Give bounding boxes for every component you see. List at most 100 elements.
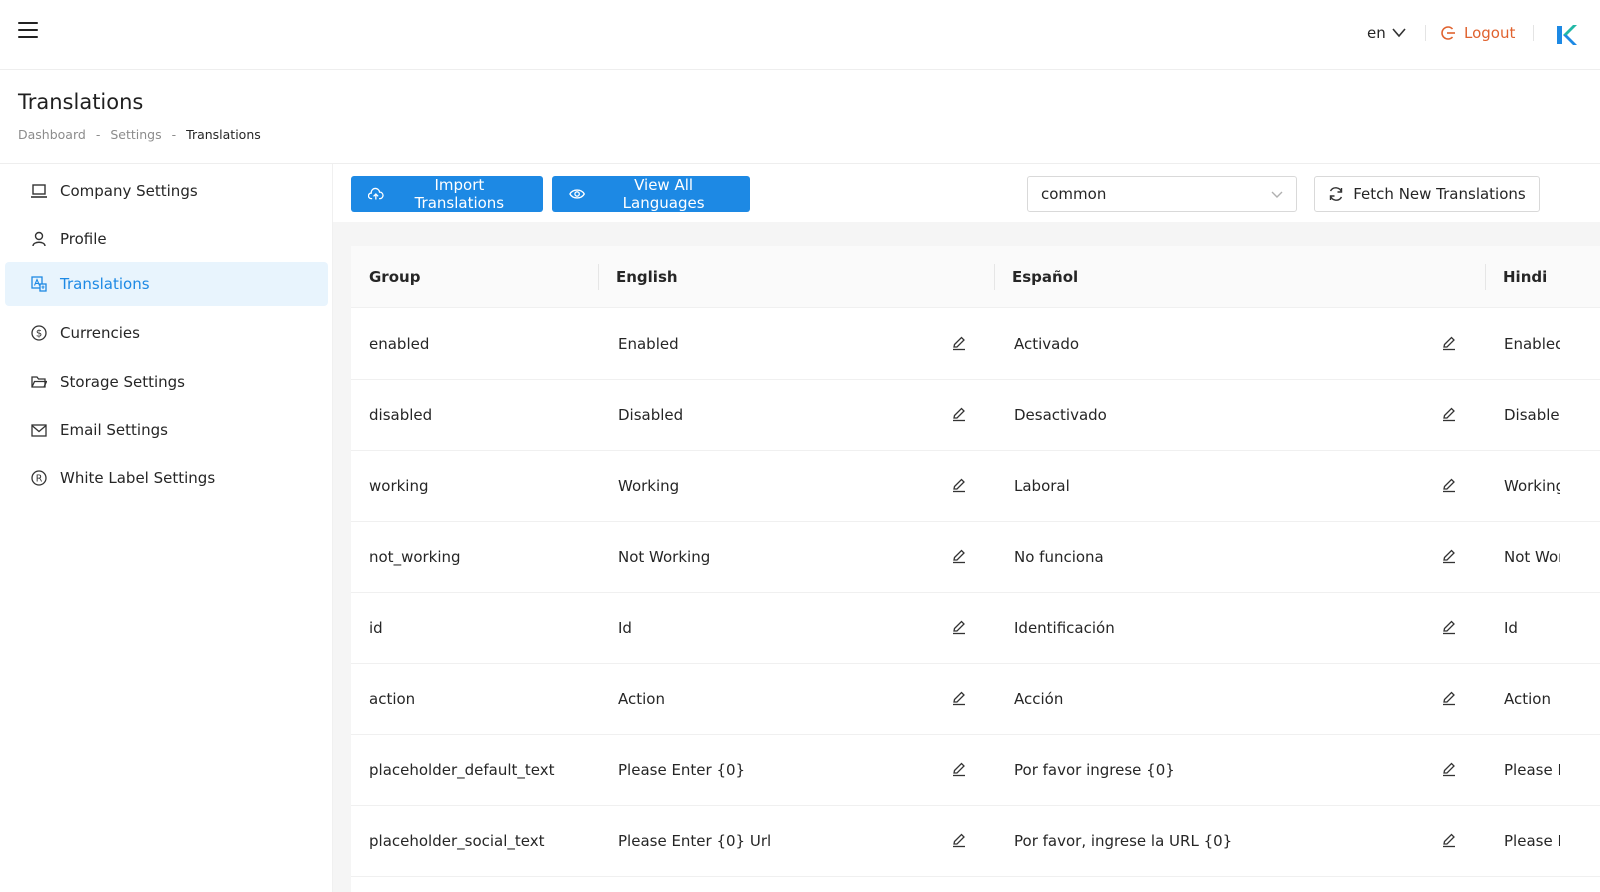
table-row: id Id Identificación Id [351, 592, 1600, 664]
sidebar-item-translations[interactable]: Translations [5, 262, 328, 306]
cell-espanol: Desactivado [1014, 406, 1107, 424]
breadcrumb-translations: Translations [186, 127, 261, 142]
edit-espanol-icon[interactable] [1441, 690, 1457, 706]
cell-espanol: Activado [1014, 335, 1080, 353]
import-translations-button[interactable]: Import Translations [351, 176, 543, 212]
import-translations-label: Import Translations [414, 176, 505, 212]
view-all-languages-button[interactable]: View All Languages [552, 176, 750, 212]
cell-english: Disabled [618, 406, 684, 424]
page-title: Translations [18, 90, 144, 114]
table-row: not_working Not Working No funciona Not Wor… [351, 521, 1600, 593]
sidebar-item-storage-settings[interactable]: Storage Settings [5, 360, 328, 404]
user-icon [30, 230, 48, 248]
sidebar-item-company-settings[interactable]: Company Settings [5, 169, 328, 213]
edit-english-icon[interactable] [951, 548, 967, 564]
edit-espanol-icon[interactable] [1441, 761, 1457, 777]
header-divider [1425, 25, 1426, 41]
table-row: enabled Enabled Activado Enabled [351, 308, 1600, 380]
settings-sidebar: Company Settings Profile Translations $ … [0, 164, 333, 892]
language-selector[interactable]: en [1367, 24, 1406, 42]
main-content: Import Translations View All Languages c… [333, 164, 1600, 892]
top-bar: en Logout [0, 0, 1600, 70]
sidebar-item-label: Translations [60, 275, 150, 293]
cell-english: Please Enter {0} Url [618, 832, 772, 850]
edit-english-icon[interactable] [951, 335, 967, 351]
table-row: placeholder_social_text Please Enter {0} … [351, 805, 1600, 877]
header-divider [1533, 25, 1534, 41]
language-label: en [1367, 24, 1386, 42]
sidebar-item-email-settings[interactable]: Email Settings [5, 408, 328, 452]
column-header-english: English [616, 268, 678, 286]
cell-hindi: Please Enter {0} Url [1504, 832, 1560, 850]
column-divider [994, 264, 995, 290]
cell-group: action [369, 690, 416, 708]
cell-english: Not Working [618, 548, 711, 566]
group-select[interactable]: common [1027, 176, 1297, 212]
toolbar: Import Translations View All Languages c… [333, 164, 1600, 222]
edit-english-icon[interactable] [951, 619, 967, 635]
sidebar-item-label: Company Settings [60, 182, 198, 200]
cell-espanol: No funciona [1014, 548, 1104, 566]
cell-group: id [369, 619, 383, 637]
chevron-down-icon [1271, 191, 1283, 198]
cell-group: working [369, 477, 429, 495]
view-all-languages-label: View All Languages [622, 176, 705, 212]
cell-hindi: Please Enter {0} [1504, 761, 1560, 779]
group-select-value: common [1041, 185, 1107, 203]
registered-icon: R [30, 469, 48, 487]
fetch-new-translations-label: Fetch New Translations [1353, 185, 1526, 203]
edit-espanol-icon[interactable] [1441, 335, 1457, 351]
edit-english-icon[interactable] [951, 406, 967, 422]
edit-english-icon[interactable] [951, 477, 967, 493]
edit-english-icon[interactable] [951, 690, 967, 706]
cell-group: placeholder_default_text [369, 761, 555, 779]
edit-espanol-icon[interactable] [1441, 832, 1457, 848]
cell-english: Enabled [618, 335, 679, 353]
table-row: working Working Laboral Working [351, 450, 1600, 522]
sidebar-item-label: Email Settings [60, 421, 168, 439]
sidebar-item-label: White Label Settings [60, 469, 216, 487]
logout-label: Logout [1464, 24, 1516, 42]
svg-text:R: R [36, 474, 43, 485]
laptop-icon [30, 182, 48, 200]
cell-espanol: Identificación [1014, 619, 1115, 637]
column-header-espanol: Español [1012, 268, 1079, 286]
edit-english-icon[interactable] [951, 832, 967, 848]
cell-espanol: Laboral [1014, 477, 1070, 495]
breadcrumb-dashboard[interactable]: Dashboard [18, 127, 86, 142]
cell-english: Please Enter {0} [618, 761, 746, 779]
cell-hindi: Action [1504, 690, 1551, 708]
edit-espanol-icon[interactable] [1441, 406, 1457, 422]
sidebar-item-white-label-settings[interactable]: R White Label Settings [5, 456, 328, 500]
menu-toggle-icon[interactable] [18, 22, 38, 40]
column-header-group: Group [369, 268, 421, 286]
cloud-upload-icon [368, 187, 384, 200]
mail-icon [30, 421, 48, 439]
logout-button[interactable]: Logout [1440, 24, 1515, 42]
cell-hindi: Id [1504, 619, 1518, 637]
edit-espanol-icon[interactable] [1441, 477, 1457, 493]
cell-hindi: Enabled [1504, 335, 1560, 353]
translations-table: Group English Español Hindi enabled Enabl… [351, 246, 1600, 892]
svg-text:$: $ [36, 329, 42, 340]
folder-open-icon [30, 373, 48, 391]
sidebar-item-label: Currencies [60, 324, 140, 342]
cell-hindi: Working [1504, 477, 1560, 495]
fetch-new-translations-button[interactable]: Fetch New Translations [1314, 176, 1540, 212]
brand-logo-icon[interactable] [1554, 23, 1578, 47]
edit-english-icon[interactable] [951, 761, 967, 777]
table-row: action Action Acción Action [351, 663, 1600, 735]
translate-icon [30, 275, 48, 293]
eye-icon [569, 189, 586, 199]
cell-hindi: Disabled [1504, 406, 1560, 424]
edit-espanol-icon[interactable] [1441, 548, 1457, 564]
sidebar-item-profile[interactable]: Profile [5, 217, 328, 261]
column-divider [1485, 264, 1486, 290]
breadcrumb-settings[interactable]: Settings [110, 127, 161, 142]
sidebar-item-currencies[interactable]: $ Currencies [5, 311, 328, 355]
column-header-hindi: Hindi [1503, 268, 1548, 286]
cell-espanol: Por favor ingrese {0} [1014, 761, 1175, 779]
cell-group: disabled [369, 406, 433, 424]
edit-espanol-icon[interactable] [1441, 619, 1457, 635]
sidebar-item-label: Storage Settings [60, 373, 185, 391]
